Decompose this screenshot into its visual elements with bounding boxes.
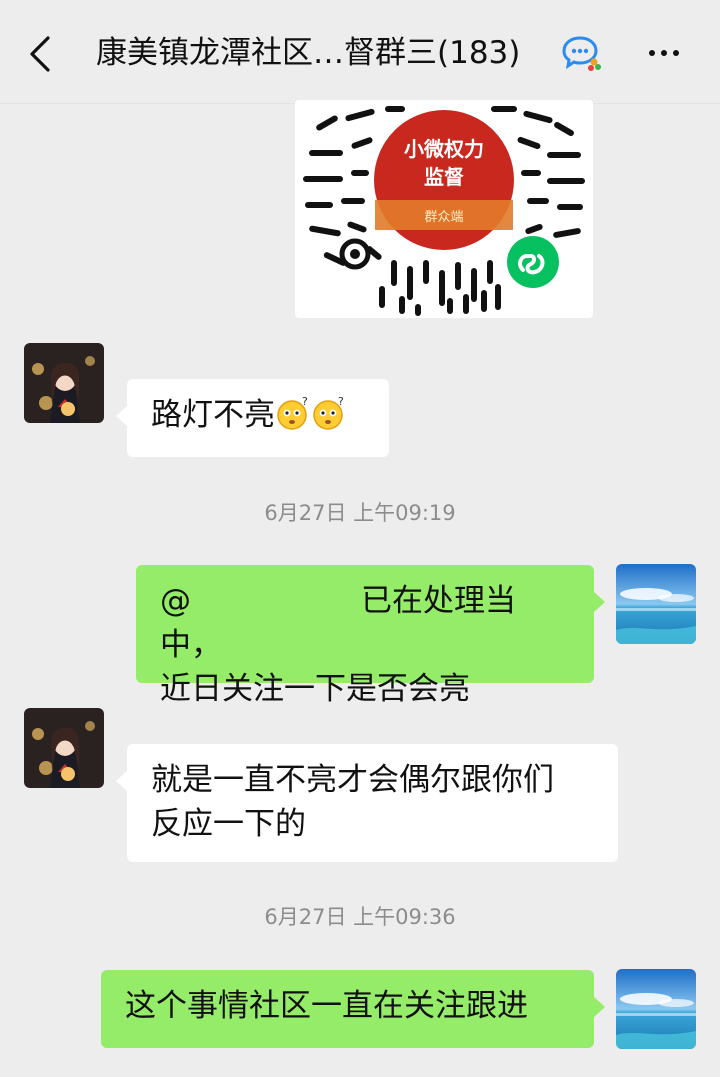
message-bubble-self[interactable]: @ 已在处理当中， 近日关注一下是否会亮 xyxy=(136,565,605,707)
message-text: 已在处理当中， xyxy=(160,583,516,663)
message-bubble-other[interactable]: 就是一直不亮才会偶尔跟你们 反应一下的 xyxy=(116,744,618,862)
svg-text:?: ? xyxy=(338,395,344,408)
avatar-sea[interactable] xyxy=(616,969,696,1049)
message-line: 反应一下的 xyxy=(151,806,306,842)
group-chat-icon[interactable] xyxy=(560,34,604,74)
chat-title: 康美镇龙潭社区…督群三(183) xyxy=(96,35,521,71)
message-text: 这个事情社区一直在关注跟进 xyxy=(125,988,528,1024)
mini-program-icon xyxy=(507,236,559,288)
svg-text:监督: 监督 xyxy=(424,165,464,189)
svg-text:小微权力: 小微权力 xyxy=(404,137,484,161)
qr-finder-icon xyxy=(339,238,371,270)
confused-face-emoji-icon: ? xyxy=(275,395,311,431)
avatar-sea[interactable] xyxy=(616,564,696,644)
avatar-girl[interactable] xyxy=(24,343,104,423)
message-line: @ 已在处理当中， xyxy=(160,579,570,667)
qr-center-logo: 小微权力 监督 群众端 xyxy=(374,110,514,250)
message-text: 路灯不亮 xyxy=(151,397,275,433)
mini-program-qr-card[interactable]: 小微权力 监督 群众端 xyxy=(295,100,593,318)
message-line: 就是一直不亮才会偶尔跟你们 xyxy=(151,762,554,798)
nav-bar: 康美镇龙潭社区…督群三(183) xyxy=(0,0,720,104)
timestamp: 6月27日 上午09:19 xyxy=(264,501,456,525)
svg-text:群众端: 群众端 xyxy=(424,210,463,225)
chevron-left-icon[interactable] xyxy=(26,36,56,72)
message-bubble-self[interactable]: 这个事情社区一直在关注跟进 xyxy=(101,970,605,1048)
avatar-girl[interactable] xyxy=(24,708,104,788)
message-bubble-other[interactable]: 路灯不亮?? xyxy=(116,379,389,457)
svg-text:?: ? xyxy=(302,395,308,408)
more-dots-icon[interactable] xyxy=(644,38,684,68)
confused-face-emoji-icon: ? xyxy=(311,395,347,431)
timestamp: 6月27日 上午09:36 xyxy=(264,905,456,929)
message-line: 近日关注一下是否会亮 xyxy=(160,671,470,707)
mention[interactable]: @ xyxy=(160,579,191,623)
